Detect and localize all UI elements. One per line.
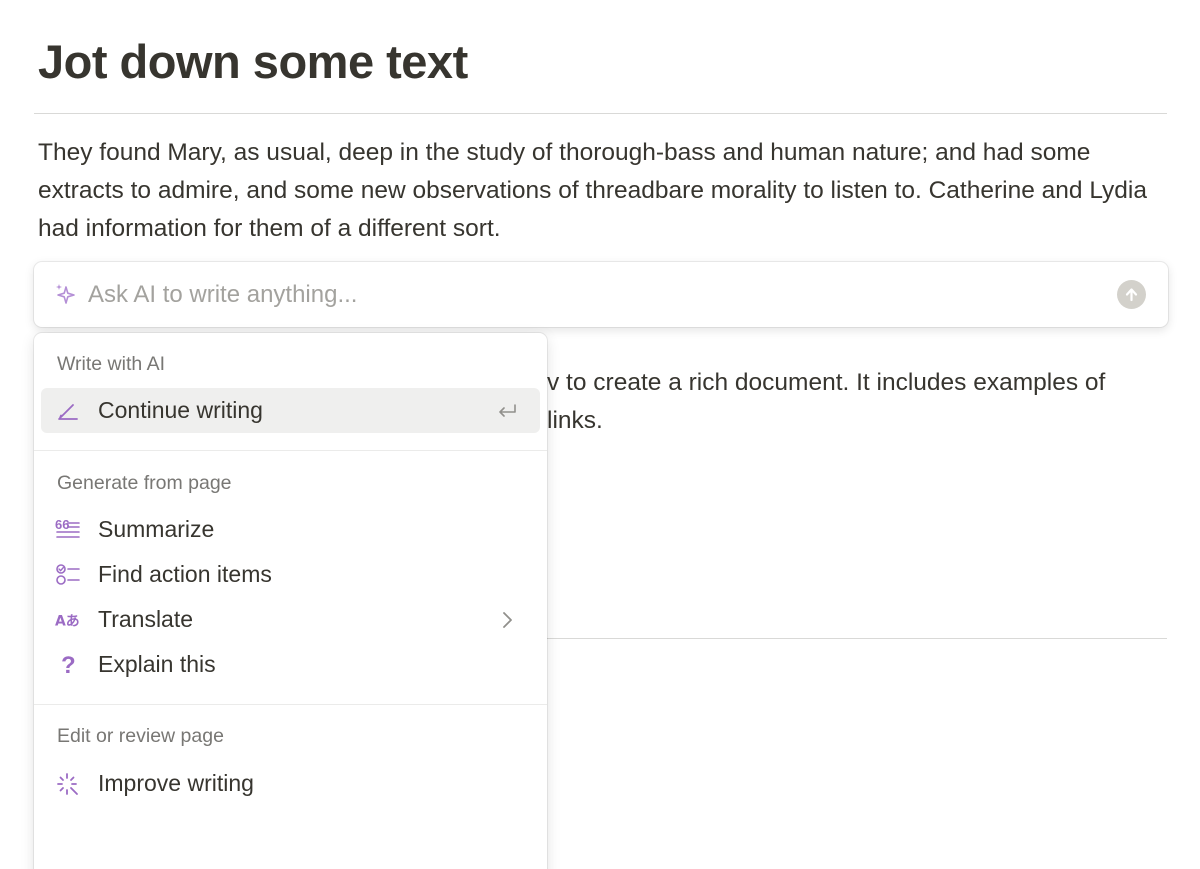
- question-icon: ?: [55, 652, 81, 678]
- section-label-edit-or-review-page: Edit or review page: [57, 725, 224, 747]
- magic-burst-icon: [55, 771, 81, 797]
- menu-item-label: Translate: [98, 606, 194, 632]
- section-label-generate-from-page: Generate from page: [57, 472, 232, 494]
- chevron-right-icon: [496, 609, 518, 631]
- content-divider: [547, 638, 1167, 639]
- ai-command-menu: Write with AI Continue writing Generate …: [34, 333, 547, 869]
- obscured-text-line[interactable]: v to create a rich document. It includes…: [547, 364, 1167, 402]
- ai-prompt-input[interactable]: [88, 278, 1088, 312]
- menu-item-find-action-items[interactable]: Find action items: [41, 552, 540, 597]
- checklist-icon: [55, 562, 81, 588]
- obscured-text-line[interactable]: links.: [547, 402, 1167, 440]
- page-title[interactable]: Jot down some text: [38, 34, 468, 89]
- svg-text:66: 66: [55, 518, 69, 532]
- menu-item-label: Find action items: [98, 561, 272, 587]
- editor-page: Jot down some text They found Mary, as u…: [0, 0, 1200, 869]
- svg-text:Aあ: Aあ: [55, 614, 80, 630]
- menu-divider: [34, 450, 547, 451]
- menu-item-label: Explain this: [98, 651, 216, 677]
- menu-item-label: Continue writing: [98, 397, 263, 423]
- ai-prompt-bar: [34, 262, 1168, 327]
- pencil-icon: [55, 398, 81, 424]
- submit-prompt-button[interactable]: [1117, 280, 1146, 309]
- svg-text:?: ?: [61, 652, 76, 678]
- menu-item-label: Improve writing: [98, 770, 254, 796]
- enter-key-icon: [496, 400, 518, 422]
- quote-lines-icon: 66: [55, 517, 81, 543]
- menu-item-summarize[interactable]: 66 Summarize: [41, 507, 540, 552]
- menu-item-explain-this[interactable]: ? Explain this: [41, 642, 540, 687]
- sparkle-icon: [54, 282, 78, 308]
- menu-divider: [34, 704, 547, 705]
- translate-icon: Aあ: [55, 607, 81, 633]
- menu-item-label: Summarize: [98, 516, 215, 542]
- section-label-write-with-ai: Write with AI: [57, 353, 166, 375]
- body-paragraph[interactable]: They found Mary, as usual, deep in the s…: [38, 134, 1168, 248]
- arrow-up-icon: [1125, 288, 1138, 302]
- title-divider: [34, 113, 1167, 114]
- menu-item-translate[interactable]: Aあ Translate: [41, 597, 540, 642]
- menu-item-improve-writing[interactable]: Improve writing: [41, 761, 540, 806]
- menu-item-continue-writing[interactable]: Continue writing: [41, 388, 540, 433]
